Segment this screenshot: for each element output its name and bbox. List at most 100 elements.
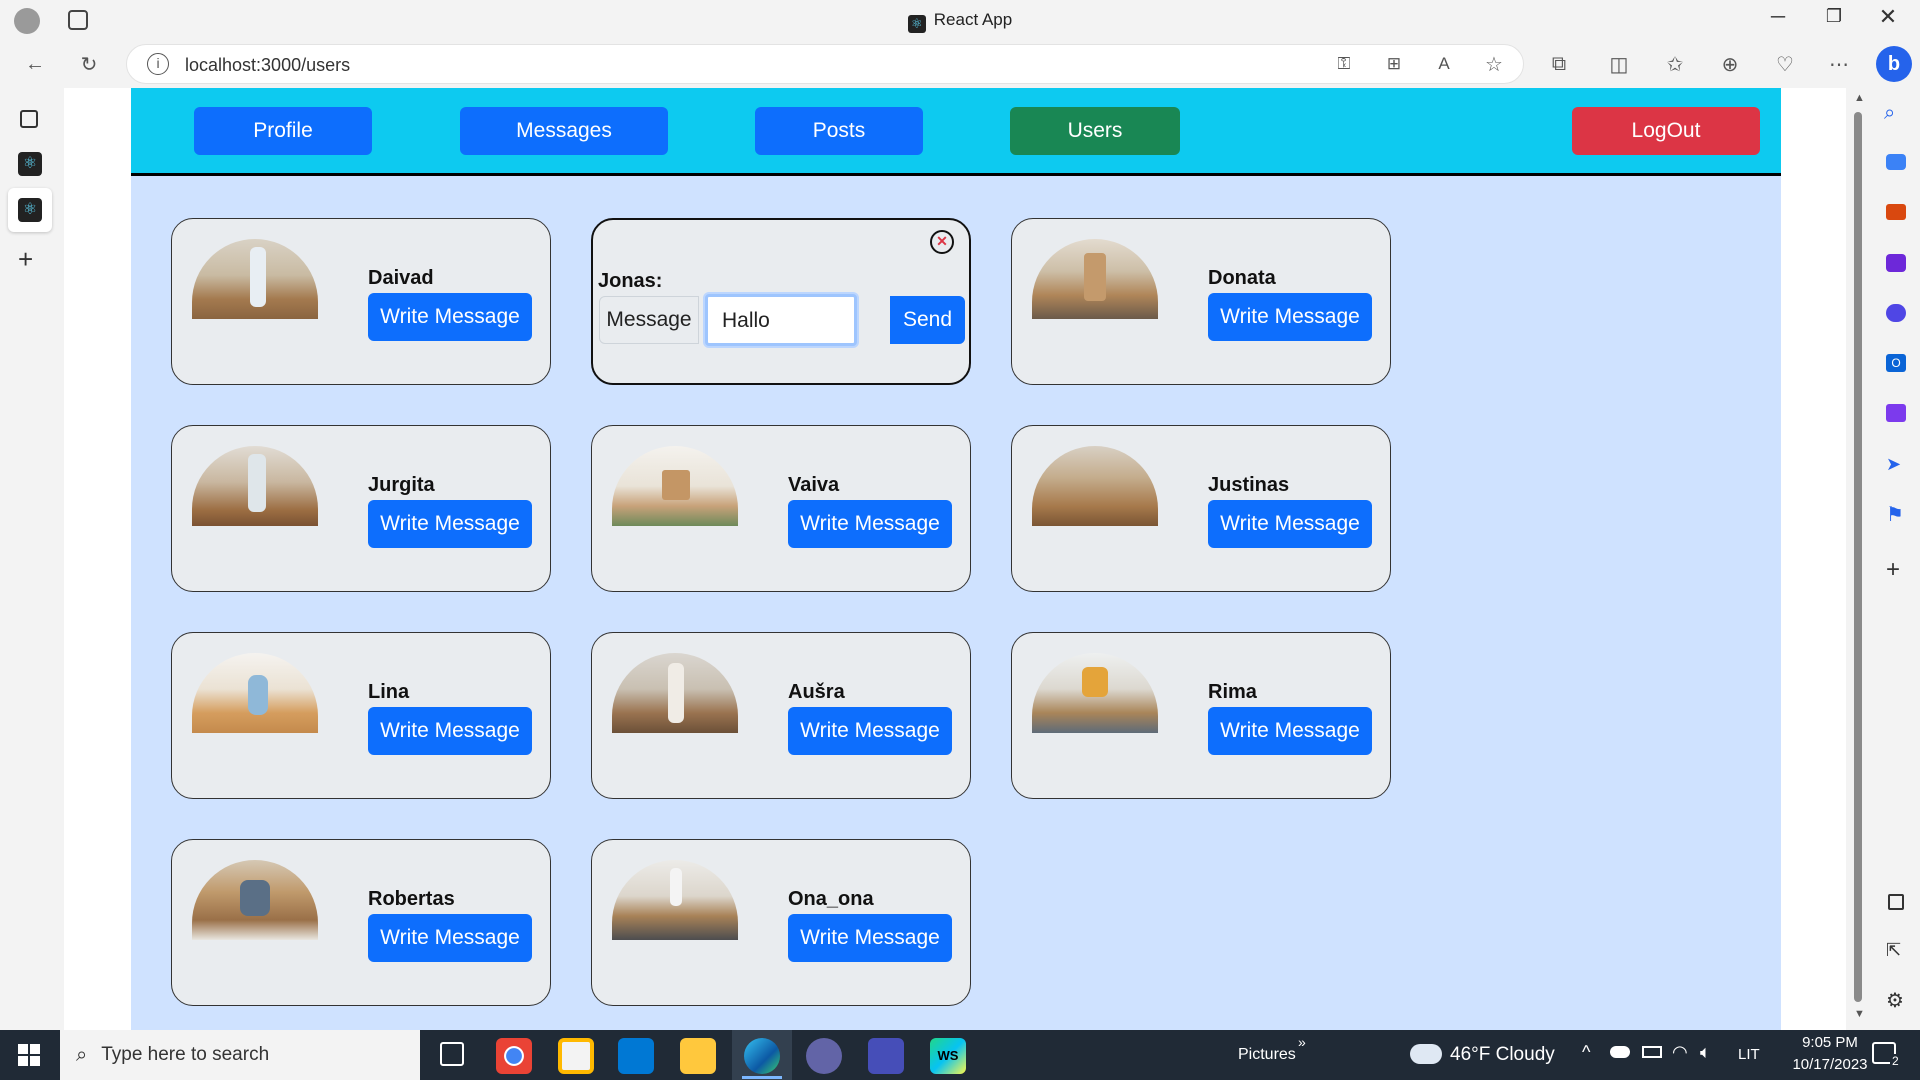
site-info-icon[interactable]: i (147, 53, 169, 75)
user-card-lina: Lina Write Message (171, 632, 551, 799)
language-indicator[interactable]: LIT (1738, 1046, 1760, 1063)
outlook-icon[interactable]: O (1886, 354, 1906, 372)
designer-icon[interactable] (1886, 404, 1906, 422)
page-scrollbar[interactable]: ▲ ▼ (1846, 88, 1872, 1030)
password-key-icon[interactable]: ⚿ (1329, 49, 1359, 79)
settings-gear-icon[interactable]: ⚙ (1886, 988, 1904, 1013)
refresh-icon[interactable]: ↻ (74, 49, 104, 79)
app-available-icon[interactable]: ⊞ (1379, 49, 1409, 79)
back-icon[interactable]: ← (20, 49, 50, 79)
browser-essentials-icon[interactable]: ♡ (1770, 49, 1800, 79)
extensions-icon[interactable]: ⧉ (1544, 49, 1574, 79)
user-photo (612, 653, 738, 733)
nav-profile-button[interactable]: Profile (194, 107, 372, 155)
clock-time[interactable]: 9:05 PM (1784, 1034, 1876, 1051)
url-text[interactable]: localhost:3000/users (185, 55, 350, 76)
write-message-button[interactable]: Write Message (1208, 707, 1372, 755)
hidden-icons-chevron-icon[interactable]: ^ (1582, 1042, 1590, 1063)
user-photo (1032, 446, 1158, 526)
user-name: Robertas (368, 888, 455, 910)
nav-posts-button[interactable]: Posts (755, 107, 923, 155)
write-message-button[interactable]: Write Message (368, 500, 532, 548)
games-icon[interactable] (1886, 254, 1906, 272)
hide-sidebar-icon[interactable] (1888, 894, 1904, 910)
shopping-icon[interactable] (1886, 154, 1906, 170)
store-icon[interactable] (558, 1038, 594, 1074)
write-message-button[interactable]: Write Message (368, 293, 532, 341)
flag-icon[interactable]: ⚑ (1886, 502, 1904, 527)
favorite-star-icon[interactable]: ☆ (1479, 49, 1509, 79)
send-icon[interactable]: ➤ (1886, 454, 1901, 475)
nav-messages-button[interactable]: Messages (460, 107, 668, 155)
volume-icon[interactable]: 🔈︎ (1700, 1042, 1711, 1063)
scrollbar-thumb[interactable] (1854, 112, 1862, 1002)
address-bar[interactable]: i localhost:3000/users ⚿ ⊞ A ☆ (126, 44, 1524, 84)
write-message-button[interactable]: Write Message (788, 914, 952, 962)
logout-button[interactable]: LogOut (1572, 107, 1760, 155)
task-view-icon[interactable] (440, 1042, 464, 1066)
onedrive-icon[interactable] (1610, 1046, 1630, 1058)
clock-date[interactable]: 10/17/2023 (1784, 1056, 1876, 1073)
tab-react-app-1[interactable]: ⚛ (18, 152, 42, 176)
chrome-icon[interactable] (496, 1038, 532, 1074)
message-input-value[interactable]: Hallo (722, 309, 770, 333)
user-card-vaiva: Vaiva Write Message (591, 425, 971, 592)
read-aloud-icon[interactable]: A (1429, 49, 1459, 79)
pictures-toolbar[interactable]: Pictures (1238, 1046, 1296, 1064)
weather-text[interactable]: 46°F Cloudy (1450, 1044, 1555, 1066)
write-message-button[interactable]: Write Message (1208, 500, 1372, 548)
user-card-daivad: Daivad Write Message (171, 218, 551, 385)
user-photo (192, 653, 318, 733)
user-name: Aušra (788, 681, 845, 703)
user-name: Justinas (1208, 474, 1290, 496)
edge-underline (742, 1076, 782, 1079)
browser-toolbar: ← ↻ i localhost:3000/users ⚿ ⊞ A ☆ ⧉ ◫ ✩… (0, 40, 1920, 88)
more-options-icon[interactable]: ⋯ (1824, 49, 1854, 79)
restore-button[interactable]: ❐ (1820, 6, 1848, 34)
add-sidebar-icon[interactable]: + (1886, 556, 1900, 584)
nav-users-button[interactable]: Users (1010, 107, 1180, 155)
edge-icon[interactable] (744, 1038, 780, 1074)
windows-start-icon[interactable] (18, 1044, 40, 1066)
tab-react-app-active[interactable]: ⚛ (8, 188, 52, 232)
message-input[interactable]: Hallo (705, 294, 857, 346)
scroll-down-arrow-icon[interactable]: ▼ (1854, 1008, 1865, 1020)
scroll-up-arrow-icon[interactable]: ▲ (1854, 92, 1865, 104)
new-tab-plus-icon[interactable]: + (18, 244, 33, 275)
microsoft365-icon[interactable] (1886, 304, 1906, 322)
tab-actions-icon[interactable] (20, 110, 38, 128)
user-card-ausra: Aušra Write Message (591, 632, 971, 799)
battery-icon[interactable] (1642, 1046, 1662, 1058)
user-photo (192, 446, 318, 526)
teams-icon[interactable] (806, 1038, 842, 1074)
minimize-button[interactable]: ─ (1764, 6, 1792, 34)
write-message-button[interactable]: Write Message (368, 707, 532, 755)
external-link-icon[interactable]: ⇱ (1886, 940, 1901, 961)
write-message-button[interactable]: Write Message (788, 707, 952, 755)
taskbar-search-placeholder[interactable]: Type here to search (101, 1044, 269, 1066)
file-explorer-icon[interactable] (680, 1038, 716, 1074)
write-message-button[interactable]: Write Message (788, 500, 952, 548)
split-screen-icon[interactable]: ◫ (1604, 49, 1634, 79)
user-card-donata: Donata Write Message (1011, 218, 1391, 385)
favorites-icon[interactable]: ✩ (1660, 49, 1690, 79)
write-message-button[interactable]: Write Message (1208, 293, 1372, 341)
tools-icon[interactable] (1886, 204, 1906, 220)
webstorm-icon[interactable]: WS (930, 1038, 966, 1074)
search-icon[interactable]: ⌕ (1884, 102, 1895, 125)
collections-icon[interactable]: ⊕ (1715, 49, 1745, 79)
mail-icon[interactable] (618, 1038, 654, 1074)
write-message-button[interactable]: Write Message (368, 914, 532, 962)
teams-work-icon[interactable] (868, 1038, 904, 1074)
toolbar-expand-icon[interactable]: » (1298, 1034, 1306, 1050)
taskbar-search-box[interactable]: ⌕ Type here to search (60, 1030, 420, 1080)
copilot-icon[interactable]: b (1876, 46, 1912, 82)
browser-title-bar: ⚛ React App ─ ❐ ✕ (0, 0, 1920, 40)
wifi-icon[interactable]: ◠ (1672, 1042, 1688, 1063)
windows-taskbar: ⌕ Type here to search WS Pictures » 46°F… (0, 1030, 1920, 1080)
close-compose-icon[interactable]: ✕ (930, 230, 954, 254)
send-button[interactable]: Send (890, 296, 965, 344)
user-photo (192, 860, 318, 940)
close-window-button[interactable]: ✕ (1874, 4, 1902, 32)
user-card-robertas: Robertas Write Message (171, 839, 551, 1006)
